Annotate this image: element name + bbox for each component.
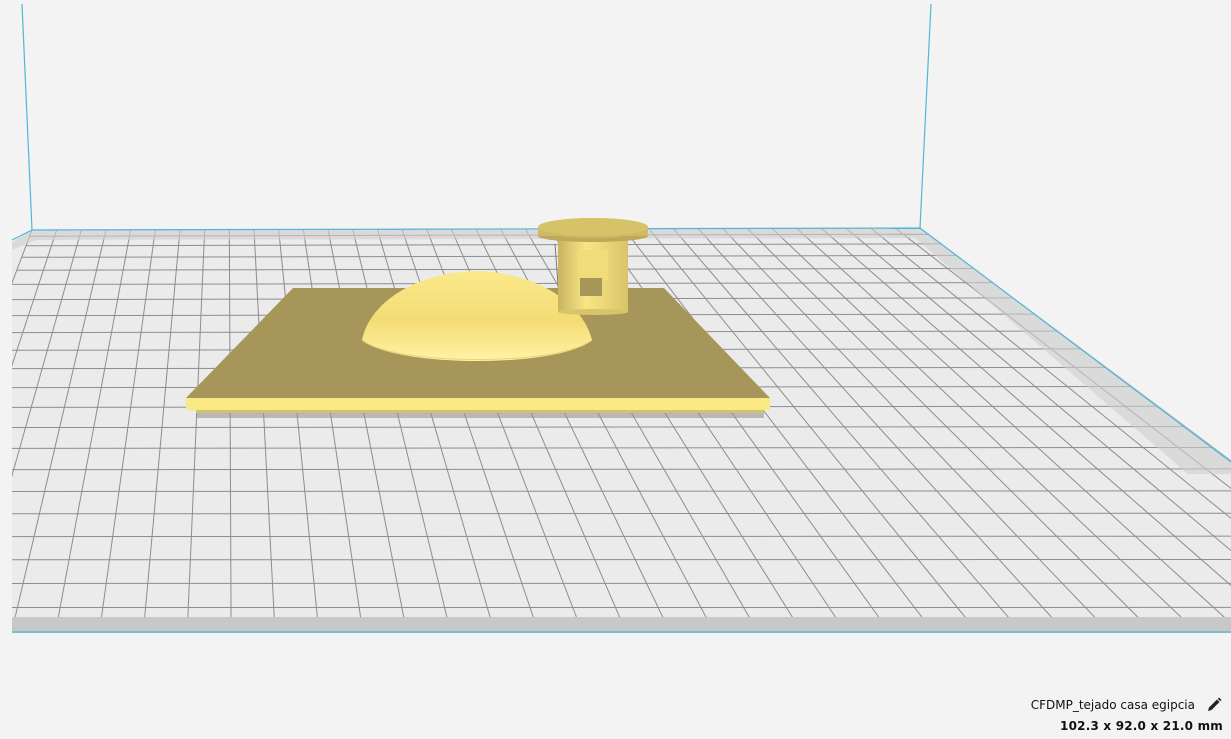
- pencil-icon[interactable]: [1205, 696, 1223, 714]
- build-volume-edge-right: [919, 3, 932, 229]
- 3d-viewport[interactable]: [0, 0, 1231, 739]
- object-info-panel: CFDMP_tejado casa egipcia 102.3 x 92.0 x…: [1031, 695, 1223, 733]
- object-dimensions: 102.3 x 92.0 x 21.0 mm: [1060, 719, 1223, 733]
- build-volume-edge-left: [21, 3, 33, 231]
- object-name-row: CFDMP_tejado casa egipcia: [1031, 695, 1223, 715]
- object-name: CFDMP_tejado casa egipcia: [1030, 698, 1195, 712]
